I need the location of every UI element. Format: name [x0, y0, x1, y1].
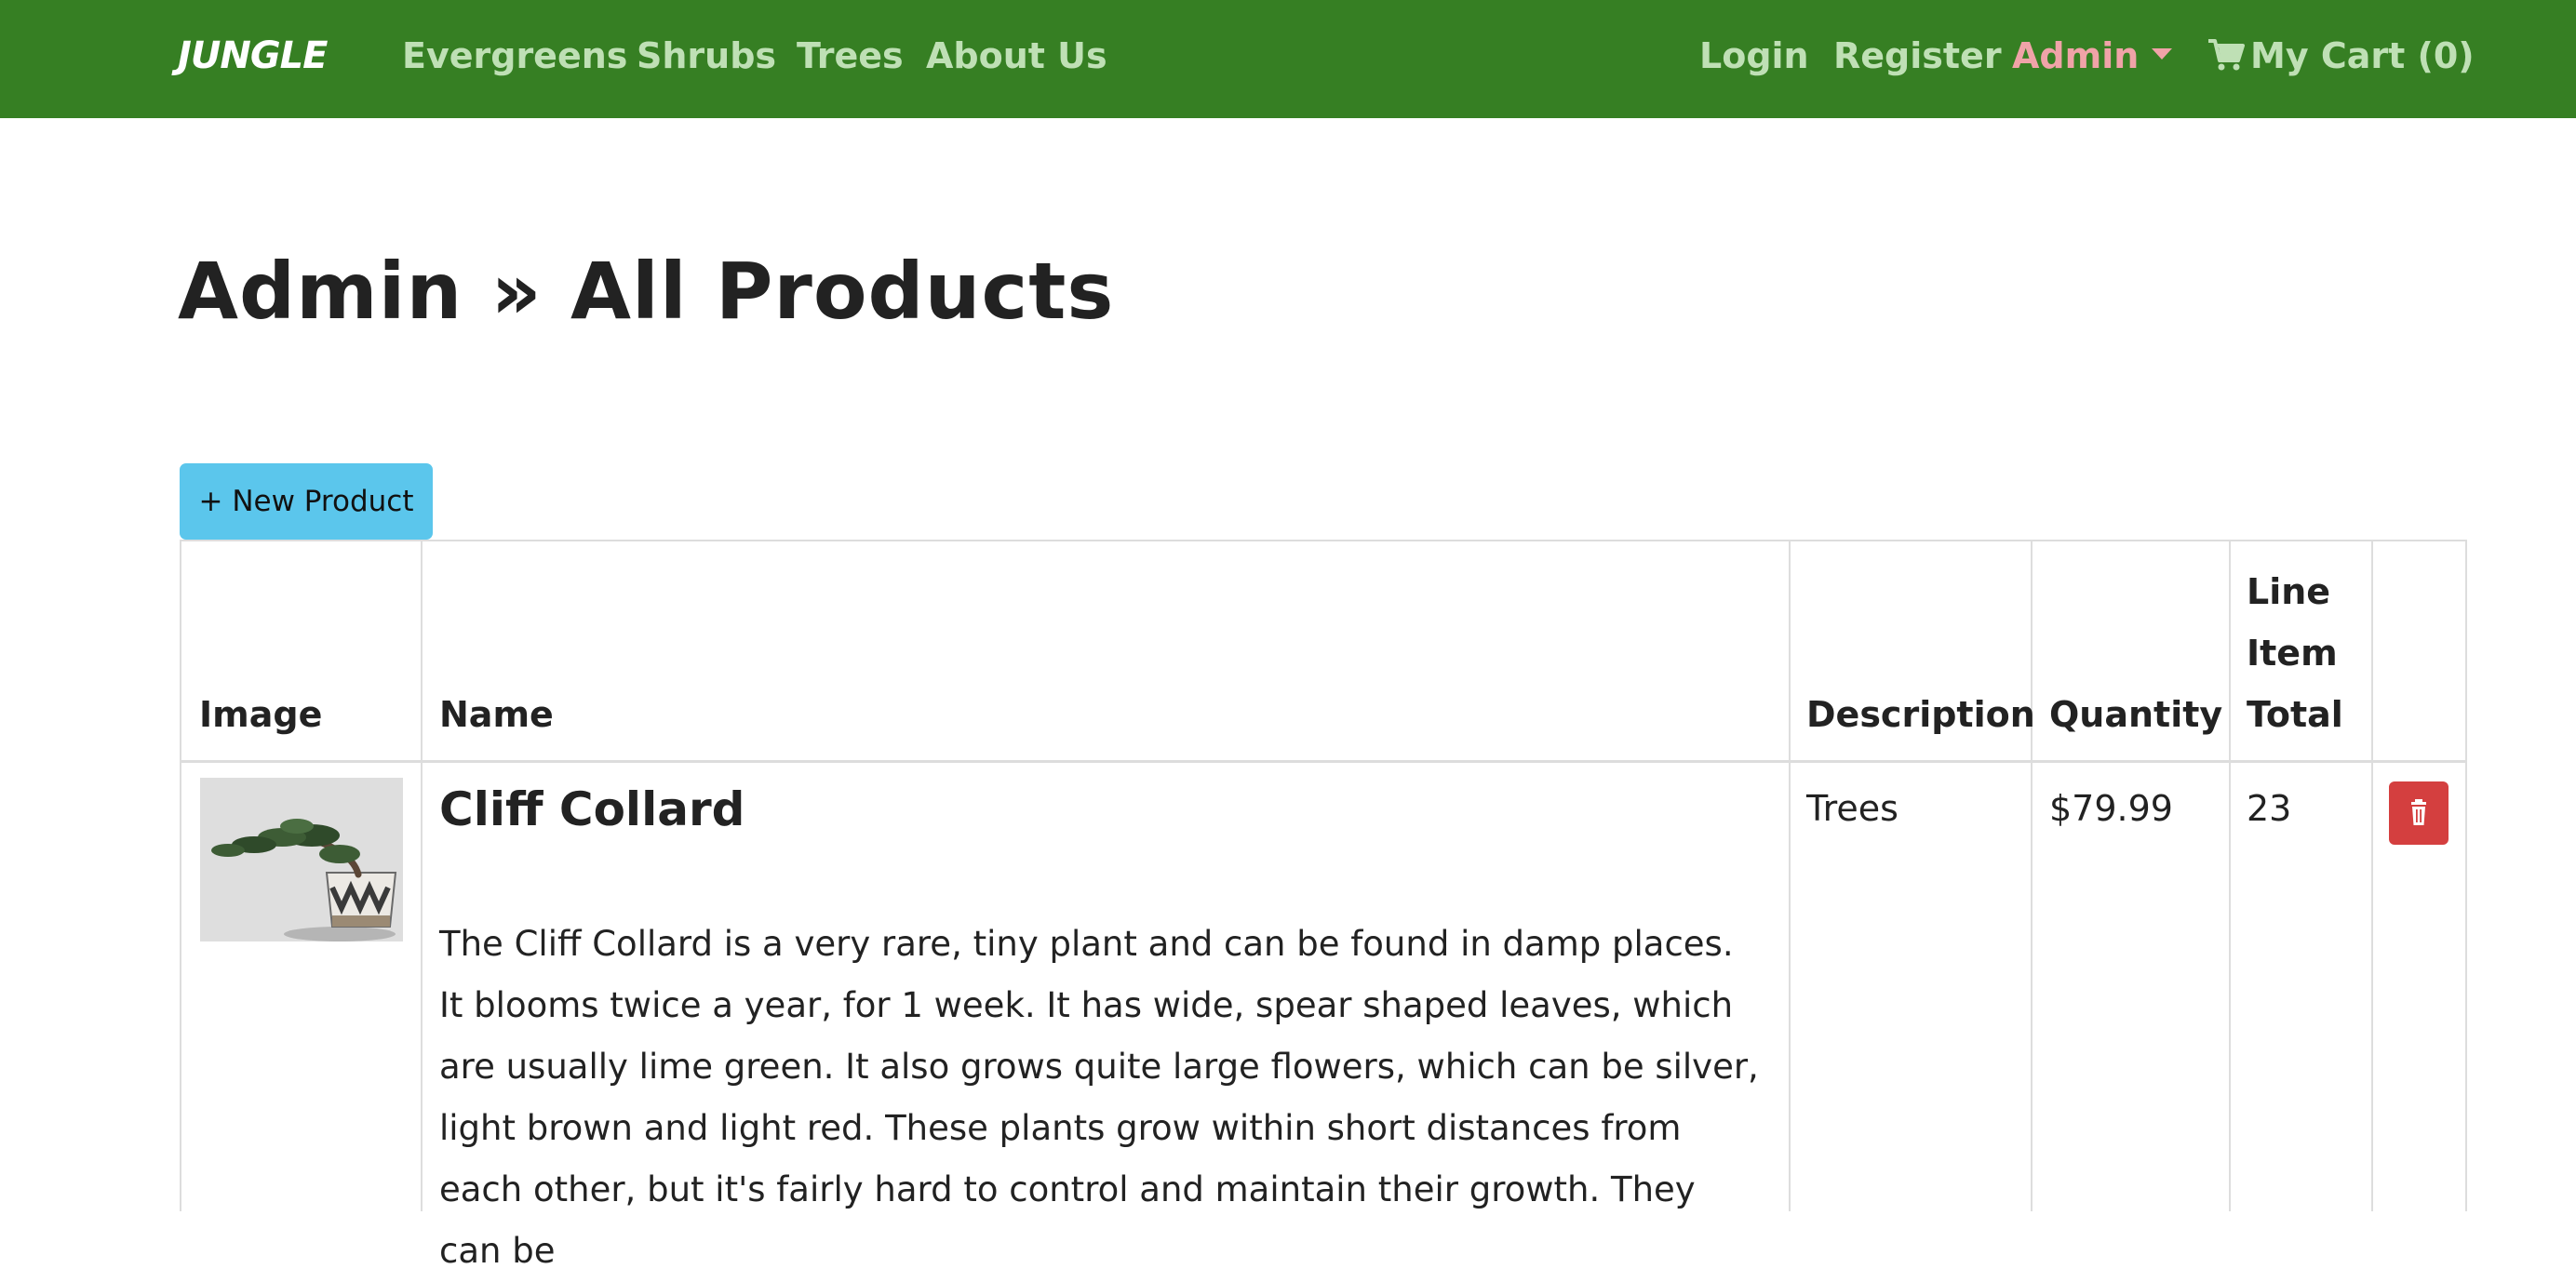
delete-product-button[interactable] — [2389, 781, 2449, 845]
nav-link-about-us[interactable]: About Us — [926, 32, 1107, 80]
page-title: Admin » All Products — [178, 246, 1115, 337]
column-divider — [2031, 541, 2033, 1211]
new-product-button[interactable]: + New Product — [180, 463, 433, 540]
nav-link-shrubs[interactable]: Shrubs — [637, 32, 776, 80]
cart-label: My Cart (0) — [2250, 35, 2475, 76]
header-name: Name — [439, 694, 554, 735]
nav-link-trees[interactable]: Trees — [797, 32, 904, 80]
header-divider — [181, 760, 2467, 763]
product-quantity: 23 — [2247, 788, 2292, 829]
header-line-item-total-line3: Total — [2247, 694, 2343, 735]
column-divider — [1789, 541, 1791, 1211]
brand-logo[interactable]: JUNGLE — [178, 32, 328, 80]
column-divider — [2371, 541, 2373, 1211]
header-line-item-total-line2: Item — [2247, 633, 2338, 674]
nav-link-cart[interactable]: My Cart (0) — [2207, 32, 2475, 80]
header-description: Description — [1806, 694, 2035, 735]
header-image: Image — [199, 694, 323, 735]
nav-link-evergreens[interactable]: Evergreens — [402, 32, 627, 80]
product-category: Trees — [1806, 788, 1898, 829]
navbar: JUNGLE Evergreens Shrubs Trees About Us … — [0, 0, 2576, 118]
bonsai-image — [200, 778, 403, 941]
product-image — [200, 778, 403, 941]
header-line-item-total: Line Item Total — [2247, 561, 2343, 745]
product-price: $79.99 — [2049, 788, 2173, 829]
product-name: Cliff Collard — [439, 782, 745, 836]
trash-icon — [2411, 799, 2426, 825]
header-quantity: Quantity — [2049, 694, 2223, 735]
shopping-cart-icon — [2208, 39, 2245, 71]
header-line-item-total-line1: Line — [2247, 571, 2331, 612]
admin-label: Admin — [2012, 35, 2140, 76]
products-table: Image Name Description Quantity Line Ite… — [180, 540, 2467, 1271]
nav-link-login[interactable]: Login — [1699, 32, 1809, 80]
product-description: The Cliff Collard is a very rare, tiny p… — [439, 924, 1759, 1271]
column-divider — [2229, 541, 2231, 1211]
caret-down-icon — [2152, 47, 2173, 60]
column-divider — [2465, 541, 2467, 1211]
column-divider — [421, 541, 423, 1211]
admin-dropdown-toggle[interactable]: Admin — [2012, 32, 2173, 80]
nav-link-register[interactable]: Register — [1833, 32, 2002, 80]
